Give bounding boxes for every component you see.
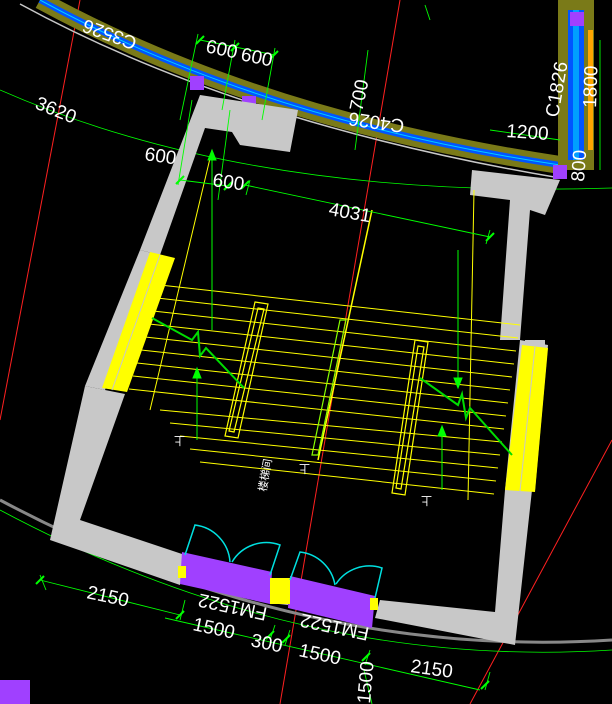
up-mark-2: 上 [299, 462, 310, 475]
dim-600-c: 600 [143, 144, 177, 169]
column-marker [570, 12, 584, 26]
up-mark-3: 上 [421, 494, 432, 507]
column-marker [553, 165, 567, 179]
dim-1800: 1800 [580, 65, 602, 108]
dim-600-d: 600 [211, 170, 245, 195]
dim-800: 800 [568, 149, 591, 182]
dim-1200: 1200 [506, 121, 550, 145]
cad-drawing: 600 600 3620 600 600 4031 700 1200 1800 … [0, 0, 612, 704]
column-marker [0, 680, 30, 704]
up-mark-1: 上 [174, 434, 185, 447]
column-marker [190, 76, 204, 90]
dim-1500-c: 1500 [354, 660, 379, 704]
